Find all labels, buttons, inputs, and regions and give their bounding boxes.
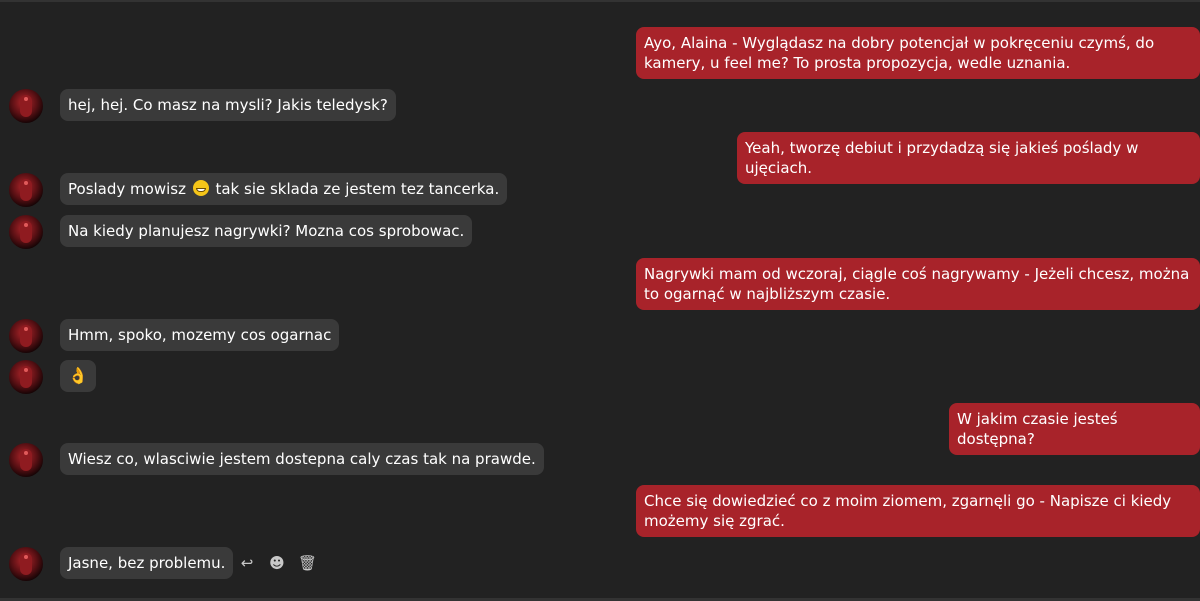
incoming-message[interactable]: Poslady mowisz tak sie sklada ze jestem … — [60, 173, 508, 205]
incoming-message[interactable]: hej, hej. Co masz na mysli? Jakis teledy… — [60, 89, 396, 121]
emoji-icon[interactable]: ☻ — [268, 554, 286, 572]
grin-emoji-icon — [192, 180, 209, 196]
avatar[interactable] — [9, 319, 43, 353]
reply-icon[interactable]: ↩ — [238, 554, 256, 572]
avatar[interactable] — [9, 215, 43, 249]
avatar[interactable] — [9, 173, 43, 207]
message-actions: ↩ ☻ 🗑 — [238, 553, 317, 573]
avatar[interactable] — [9, 443, 43, 477]
top-border — [0, 0, 1200, 2]
incoming-message[interactable]: Wiesz co, wlasciwie jestem dostepna caly… — [60, 443, 544, 475]
avatar[interactable] — [9, 547, 43, 581]
incoming-message[interactable]: Na kiedy planujesz nagrywki? Mozna cos s… — [60, 215, 473, 247]
avatar[interactable] — [9, 89, 43, 123]
outgoing-message[interactable]: Ayo, Alaina - Wyglądasz na dobry potencj… — [636, 27, 1200, 79]
outgoing-message[interactable]: Yeah, tworzę debiut i przydadzą się jaki… — [737, 132, 1200, 184]
outgoing-message[interactable]: Nagrywki mam od wczoraj, ciągle coś nagr… — [636, 258, 1200, 310]
avatar[interactable] — [9, 360, 43, 394]
message-text: tak sie sklada ze jestem tez tancerka. — [210, 180, 500, 198]
incoming-message[interactable]: Hmm, spoko, mozemy cos ogarnac — [60, 319, 340, 351]
outgoing-message[interactable]: Chce się dowiedzieć co z moim ziomem, zg… — [636, 485, 1200, 537]
incoming-message[interactable]: 👌 — [60, 360, 96, 392]
message-text: Poslady mowisz — [68, 180, 191, 198]
outgoing-message[interactable]: W jakim czasie jesteś dostępna? — [949, 403, 1200, 455]
trash-icon[interactable]: 🗑 — [298, 554, 317, 572]
incoming-message[interactable]: Jasne, bez problemu. — [60, 547, 234, 579]
